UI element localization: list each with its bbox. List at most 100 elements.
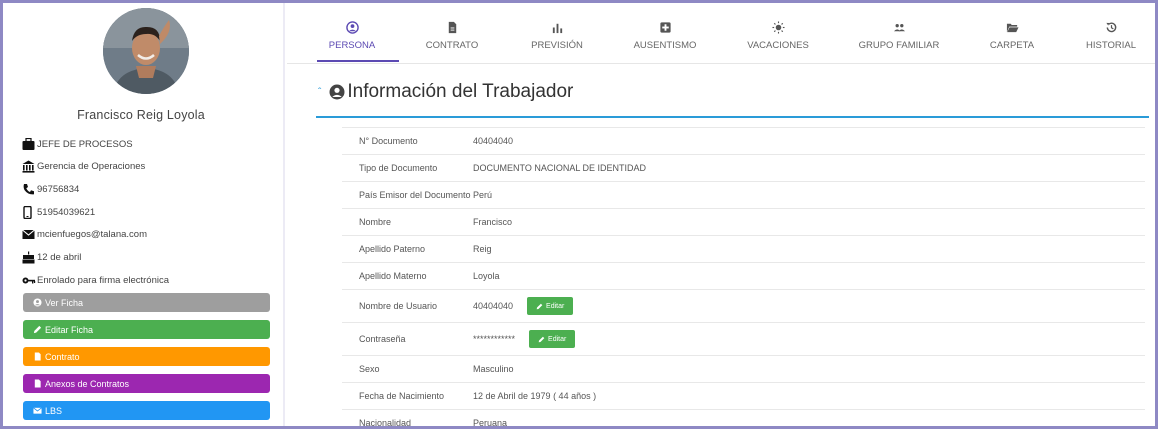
profile-sidebar: Francisco Reig Loyola JEFE DE PROCESOS G…	[3, 3, 279, 426]
row-label: Contraseña	[359, 334, 406, 344]
family-icon	[893, 23, 905, 32]
info-text: mcienfuegos@talana.com	[37, 229, 147, 241]
tab-label: PREVISIÓN	[531, 40, 583, 51]
edit-password-button[interactable]: Editar	[529, 330, 576, 348]
pencil-icon	[538, 336, 545, 342]
main-panel: PERSONA CONTRATO PREVISIÓN AUSENTISMO VA…	[287, 3, 1155, 428]
tab-grupo-familiar[interactable]: GRUPO FAMILIAR	[857, 21, 941, 51]
info-text: Gerencia de Operaciones	[37, 161, 146, 173]
row-label: Apellido Materno	[359, 271, 427, 281]
info-text: Enrolado para firma electrónica	[37, 274, 170, 286]
document-icon	[448, 21, 456, 34]
sidebar-button-stack: Ver Ficha Editar Ficha Contrato Anexos d…	[23, 293, 270, 428]
info-text: JEFE DE PROCESOS	[37, 138, 133, 150]
history-icon	[1105, 22, 1116, 33]
ver-ficha-button[interactable]: Ver Ficha	[23, 293, 270, 312]
user-circle-icon	[33, 298, 42, 307]
pencil-icon	[536, 303, 543, 309]
row-value: DOCUMENTO NACIONAL DE IDENTIDAD	[473, 163, 647, 173]
tab-historial[interactable]: HISTORIAL	[1083, 21, 1139, 51]
button-label: Anexos de Contratos	[45, 378, 130, 389]
tab-label: CONTRATO	[425, 40, 479, 51]
bank-icon	[22, 160, 36, 173]
row-value: Peruana	[473, 418, 508, 428]
section-title: Información del Trabajador	[347, 81, 574, 102]
row-value: 40404040	[473, 301, 514, 311]
document-icon	[33, 352, 42, 361]
envelope-icon	[33, 406, 42, 415]
tab-carpeta[interactable]: CARPETA	[984, 21, 1040, 51]
folder-open-icon	[1006, 23, 1019, 33]
row-label: N° Documento	[359, 136, 418, 146]
cake-icon	[22, 251, 36, 264]
editar-ficha-button[interactable]: Editar Ficha	[23, 320, 270, 339]
row-value: Perú	[473, 190, 493, 200]
row-label: Sexo	[359, 364, 380, 374]
button-label: LBS	[45, 405, 63, 416]
active-tab-indicator	[317, 60, 399, 62]
info-department: Gerencia de Operaciones	[22, 151, 272, 174]
briefcase-icon	[22, 137, 36, 151]
info-mobile: 51954039621	[22, 196, 272, 219]
edit-username-button[interactable]: Editar	[527, 297, 574, 315]
section-divider	[316, 116, 1149, 118]
table-row: Sexo Masculino	[342, 355, 1145, 382]
avatar	[103, 8, 189, 94]
tab-vacaciones[interactable]: VACACIONES	[746, 21, 810, 51]
info-text: 51954039621	[37, 206, 96, 218]
tab-label: CARPETA	[989, 40, 1035, 51]
row-label: Apellido Paterno	[359, 244, 426, 254]
info-birthday: 12 de abril	[22, 241, 272, 264]
row-label: País Emisor del Documento	[359, 190, 471, 200]
medical-plus-icon	[659, 22, 671, 33]
section-header[interactable]: ˆ Información del Trabajador	[318, 79, 573, 105]
table-row: Nombre de Usuario 40404040 Editar	[342, 289, 1145, 322]
row-label: Nombre de Usuario	[359, 301, 438, 311]
info-phone: 96756834	[22, 173, 272, 196]
tab-persona[interactable]: PERSONA	[327, 21, 377, 51]
info-text: 96756834	[37, 184, 80, 196]
table-row: Apellido Materno Loyola	[342, 262, 1145, 289]
button-label: Ver Ficha	[45, 297, 84, 308]
tab-contrato[interactable]: CONTRATO	[423, 21, 481, 51]
sidebar-divider	[283, 3, 285, 426]
row-value: Loyola	[473, 271, 500, 281]
info-text: 12 de abril	[37, 252, 82, 264]
tab-prevision[interactable]: PREVISIÓN	[528, 21, 586, 51]
row-value: 40404040	[473, 136, 514, 146]
row-label: Nacionalidad	[359, 418, 412, 428]
row-label: Fecha de Nacimiento	[359, 391, 445, 401]
tab-label: AUSENTISMO	[633, 40, 697, 51]
user-circle-icon	[329, 84, 345, 100]
info-position: JEFE DE PROCESOS	[22, 128, 272, 151]
row-value: Masculino	[473, 364, 514, 374]
table-row: Tipo de Documento DOCUMENTO NACIONAL DE …	[342, 154, 1145, 181]
sun-icon	[771, 21, 785, 34]
details-table: N° Documento 40404040 Tipo de Documento …	[342, 127, 1145, 436]
contrato-button[interactable]: Contrato	[23, 347, 270, 366]
button-label: Contrato	[45, 351, 80, 362]
pencil-icon	[33, 325, 42, 334]
lbs-button[interactable]: LBS	[23, 401, 270, 420]
mobile-icon	[22, 205, 36, 219]
table-row: Fecha de Nacimiento 12 de Abril de 1979 …	[342, 382, 1145, 409]
bar-chart-icon	[552, 23, 562, 34]
info-signature: Enrolado para firma electrónica	[22, 264, 272, 287]
tab-bar: PERSONA CONTRATO PREVISIÓN AUSENTISMO VA…	[287, 3, 1155, 64]
row-label: Tipo de Documento	[359, 163, 438, 173]
collapse-caret-icon[interactable]: ˆ	[318, 87, 321, 98]
tab-ausentismo[interactable]: AUSENTISMO	[633, 21, 697, 51]
table-row: Nacionalidad Peruana	[342, 409, 1145, 436]
row-value: Reig	[473, 244, 492, 254]
user-circle-icon	[345, 21, 359, 34]
tab-label: GRUPO FAMILIAR	[858, 40, 940, 51]
key-icon	[22, 274, 36, 287]
anexos-contratos-button[interactable]: Anexos de Contratos	[23, 374, 270, 393]
profile-info-list: JEFE DE PROCESOS Gerencia de Operaciones…	[22, 128, 272, 287]
row-value: 12 de Abril de 1979 ( 44 años )	[473, 391, 597, 401]
tab-label: HISTORIAL	[1086, 40, 1136, 51]
table-row: País Emisor del Documento Perú	[342, 181, 1145, 208]
table-row: Contraseña ************ Editar	[342, 322, 1145, 355]
row-value: Francisco	[473, 217, 513, 227]
tab-label: VACACIONES	[747, 40, 809, 51]
